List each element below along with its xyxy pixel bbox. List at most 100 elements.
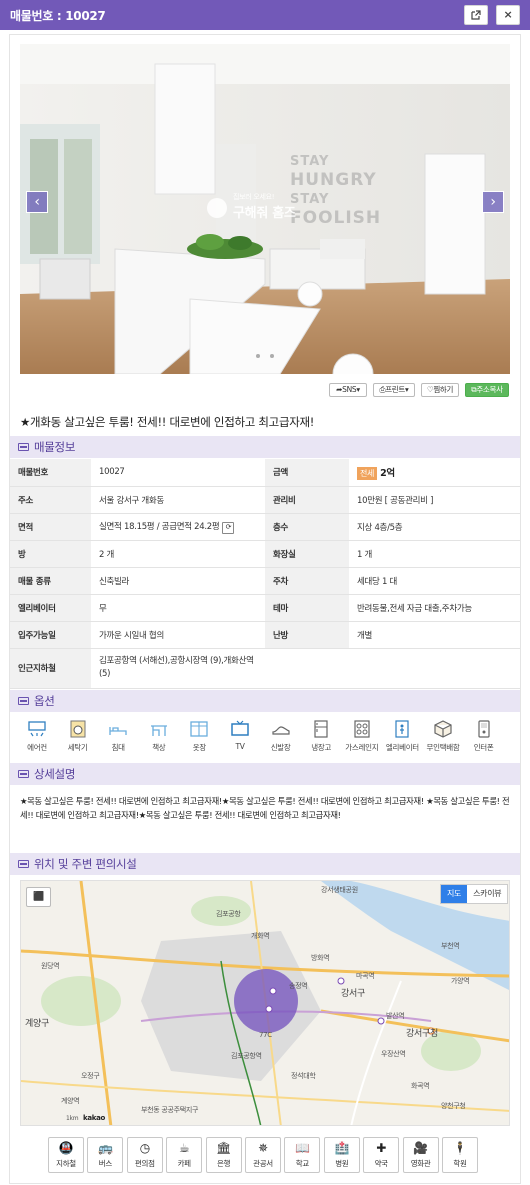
section-title: 상세설명 [34, 767, 76, 781]
print-button[interactable]: ⎙프린트▾ [373, 383, 415, 397]
map-label: 마곡역 [356, 972, 375, 980]
option-item: 인터폰 [467, 719, 501, 753]
facility-label: 영화관 [410, 1159, 431, 1168]
option-label: 인터폰 [473, 743, 494, 752]
map-label: 계양구 [25, 1019, 49, 1029]
map-layer-button[interactable]: ⬛ [26, 887, 51, 907]
map-label: 송정역 [289, 982, 308, 990]
copy-address-label: 주소복사 [476, 385, 503, 394]
modal-header: 매물번호 : 10027 × [0, 0, 530, 30]
section-header-detail: 상세설명 [10, 763, 520, 785]
location-map[interactable]: 강서생태공원 김포공항 개화역 방화역 강서구 송정역 마곡역 가양역 발산역 … [20, 880, 510, 1126]
page-title: 매물번호 : 10027 [10, 9, 106, 23]
facility-label: 약국 [374, 1159, 389, 1168]
desk-icon [150, 725, 167, 736]
facility-button[interactable]: 🎥 영화관 [402, 1137, 439, 1173]
bed-icon [109, 727, 127, 735]
print-label: 프린트 [385, 385, 406, 394]
info-value: 김포공항역 (서해선),공항시장역 (9),개화산역 (5) [91, 648, 265, 689]
option-item: 냉장고 [304, 719, 338, 753]
facility-label: 카페 [177, 1159, 192, 1168]
map-label: 강서구청 [406, 1029, 438, 1039]
facility-button[interactable]: 🕴 학원 [442, 1137, 478, 1173]
facility-button[interactable]: 📖 학교 [284, 1137, 321, 1173]
sns-share-button[interactable]: ➦SNS▾ [329, 383, 367, 397]
info-label: 입주가능일 [10, 621, 91, 649]
table-row: 면적 실면적 18.15평 / 공급면적 24.2평 ⟳ 층수 지상 4층/5층 [10, 513, 520, 541]
price-value: 2억 [380, 467, 395, 479]
open-new-window-button[interactable] [464, 5, 488, 25]
facility-label: 편의점 [134, 1159, 155, 1168]
close-button[interactable]: × [496, 5, 520, 25]
map-view-tab[interactable]: 지도 [441, 885, 468, 903]
listing-photo[interactable]: STAY HUNGRY STAY FOOLISH 집보러 오세요! 구해줘 홈즈 [20, 44, 510, 374]
map-label: 오정구 [81, 1072, 100, 1080]
info-label: 인근지하철 [10, 648, 91, 689]
bus-icon: 🚌 [98, 1141, 113, 1155]
map-label: 강서구 [341, 989, 365, 999]
facility-button[interactable]: 🏛 은행 [205, 1137, 242, 1173]
area-text: 실면적 18.15평 / 공급면적 24.2평 [99, 521, 220, 532]
facility-button[interactable]: ✚ 약국 [363, 1137, 400, 1173]
info-label: 주차 [265, 567, 349, 595]
info-empty [265, 648, 349, 689]
list-icon [18, 860, 29, 868]
shoe-rack-icon [271, 726, 290, 735]
home-logo-icon [207, 198, 227, 218]
map-label: 김포공항역 [231, 1052, 262, 1060]
logo-main-text: 구해줘 홈즈 [233, 206, 296, 221]
map-image [21, 881, 509, 1125]
info-value: 지상 4층/5층 [349, 513, 520, 541]
facility-label: 병원 [335, 1159, 349, 1168]
detail-description: ★목동 살고싶은 투룸! 전세!! 대로변에 인접하고 최고급자재!★목동 살고… [20, 796, 510, 820]
option-label: TV [235, 742, 245, 751]
close-icon: × [503, 8, 513, 21]
copy-address-button[interactable]: ⧉주소복사 [465, 383, 509, 397]
photo-prev-button[interactable]: ‹ [26, 191, 48, 213]
facility-button[interactable]: 🚇 지하철 [48, 1137, 84, 1173]
table-row: 주소 서울 강서구 개화동 관리비 10만원 [ 공동관리비 ] [10, 486, 520, 514]
caret-down-icon: ▾ [405, 385, 409, 394]
info-label: 방 [10, 540, 91, 568]
facility-label: 학교 [295, 1159, 310, 1168]
photo-next-button[interactable]: › [482, 191, 504, 213]
map-label: 원당역 [41, 962, 60, 970]
facility-button[interactable]: ✵ 관공서 [245, 1137, 281, 1173]
facility-label: 은행 [216, 1159, 231, 1168]
slide-dot[interactable] [270, 354, 274, 358]
table-row: 인근지하철 김포공항역 (서해선),공항시장역 (9),개화산역 (5) [10, 648, 520, 689]
option-item: 가스레인지 [345, 719, 379, 753]
facility-button[interactable]: 🏥 병원 [323, 1137, 360, 1173]
map-label: 개화역 [251, 932, 270, 940]
video-camera-icon: 🎥 [413, 1141, 428, 1155]
refrigerator-icon [314, 720, 328, 738]
property-info-table: 매물번호 10027 금액 전세 2억 주소 서울 강서구 개화동 관리비 10만… [10, 459, 520, 689]
map-brand: kakao [83, 1114, 106, 1122]
option-item: 옷장 [182, 719, 216, 753]
like-button[interactable]: ♡찜하기 [421, 383, 459, 397]
parcel-box-icon [434, 720, 452, 738]
skyview-tab[interactable]: 스카이뷰 [467, 885, 507, 903]
listing-title: ★개화동 살고싶은 투룸! 전세!! 대로변에 인접하고 최고급자재! [20, 415, 315, 429]
hospital-icon: 🏥 [334, 1141, 350, 1155]
info-value: 서울 강서구 개화동 [91, 486, 265, 514]
facility-button[interactable]: ☕ 카페 [166, 1137, 203, 1173]
map-type-toggle[interactable]: 지도 스카이뷰 [440, 884, 509, 904]
table-row: 방 2 개 화장실 1 개 [10, 540, 520, 568]
coffee-icon: ☕ [178, 1141, 190, 1155]
facility-label: 지하철 [56, 1159, 76, 1168]
info-value: 세대당 1 대 [349, 567, 520, 595]
facility-button[interactable]: ◷ 편의점 [126, 1137, 163, 1173]
map-label: 77C [259, 1031, 272, 1039]
unit-toggle-icon[interactable]: ⟳ [222, 521, 235, 534]
info-value: 2 개 [91, 540, 265, 568]
subway-icon: 🚇 [58, 1141, 74, 1155]
option-item: 침대 [101, 719, 135, 753]
option-label: 에어컨 [27, 743, 47, 752]
info-value: 10027 [91, 459, 265, 487]
option-label: 책상 [152, 743, 166, 752]
slide-dot[interactable] [256, 354, 260, 358]
option-item: 신발장 [264, 719, 298, 753]
facility-button[interactable]: 🚌 버스 [87, 1137, 124, 1173]
map-label: 부천동 공공주택지구 [141, 1106, 199, 1114]
